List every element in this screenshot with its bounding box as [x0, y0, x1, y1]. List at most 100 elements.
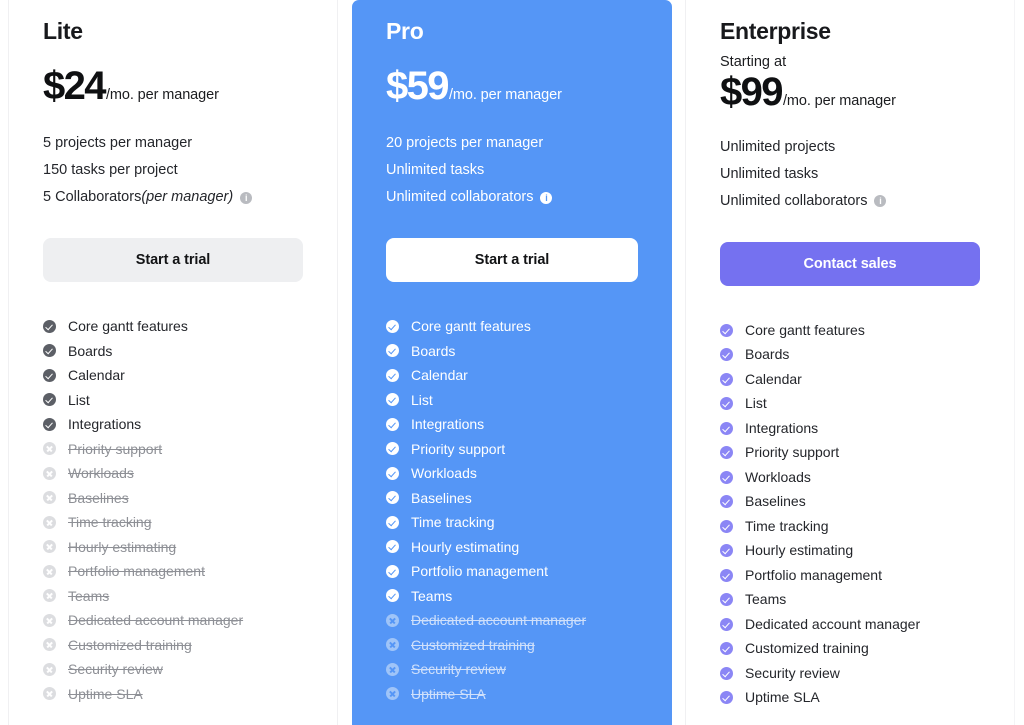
quota-text: 5 projects per manager	[43, 135, 193, 151]
cross-icon	[43, 442, 56, 456]
feature-item: List	[43, 388, 303, 413]
feature-label: Portfolio management	[411, 563, 548, 579]
feature-item: Priority support	[386, 437, 638, 462]
feature-item: Dedicated account manager	[720, 612, 980, 637]
cross-icon	[43, 638, 56, 652]
check-icon	[720, 397, 733, 411]
info-icon[interactable]: i	[240, 191, 253, 204]
feature-item: Uptime SLA	[386, 682, 638, 707]
feature-label: Baselines	[745, 493, 806, 510]
feature-label: Workloads	[411, 465, 477, 481]
start-trial-button[interactable]: Start a trial	[43, 238, 303, 282]
check-icon	[386, 491, 399, 505]
feature-item: Hourly estimating	[720, 538, 980, 563]
feature-item: Portfolio management	[386, 559, 638, 584]
check-icon	[386, 466, 399, 480]
start-trial-button[interactable]: Start a trial	[386, 238, 638, 282]
feature-label: Security review	[745, 664, 840, 681]
feature-item: Time tracking	[386, 510, 638, 535]
feature-label: Customized training	[68, 636, 192, 653]
check-icon	[43, 417, 56, 431]
feature-label: Core gantt features	[411, 318, 531, 334]
feature-label: Security review	[68, 661, 163, 677]
check-icon	[720, 470, 733, 484]
feature-label: Portfolio management	[745, 566, 882, 583]
feature-item: Calendar	[720, 367, 980, 392]
feature-label: Teams	[68, 587, 110, 604]
quota-text: 5 Collaborators	[43, 189, 142, 205]
check-icon	[43, 368, 56, 382]
price-suffix: /mo. per manager	[782, 92, 896, 109]
feature-label: Uptime SLA	[411, 685, 486, 702]
cross-icon	[386, 662, 399, 676]
info-icon[interactable]: i	[540, 191, 553, 204]
quota-item: Unlimited projects	[720, 134, 980, 161]
feature-label: Boards	[68, 342, 113, 359]
plan-name: Lite	[43, 18, 83, 44]
check-icon	[43, 393, 56, 407]
feature-item: Customized training	[43, 633, 303, 658]
feature-item: Teams	[386, 584, 638, 609]
feature-label: Hourly estimating	[411, 538, 520, 555]
feature-label: Dedicated account manager	[745, 615, 921, 632]
quota-item: Unlimited tasks	[720, 161, 980, 188]
plan-name: Pro	[386, 18, 424, 44]
feature-label: Priority support	[411, 440, 506, 457]
plan-name: Enterprise	[720, 18, 831, 44]
cross-icon	[386, 613, 399, 627]
feature-item: Boards	[43, 339, 303, 364]
quota-item: Unlimited tasks	[386, 157, 638, 184]
feature-item: Portfolio management	[720, 563, 980, 588]
cross-icon	[43, 662, 56, 676]
check-icon	[386, 417, 399, 431]
feature-item: Integrations	[720, 416, 980, 441]
cross-icon	[43, 589, 56, 603]
quota-item: 20 projects per manager	[386, 130, 638, 157]
quota-text: Unlimited tasks	[386, 162, 485, 178]
quota-note: (per manager)	[141, 189, 234, 205]
feature-item: Workloads	[720, 465, 980, 490]
feature-item: Boards	[720, 342, 980, 367]
feature-label: Time tracking	[68, 514, 152, 530]
cross-icon	[43, 466, 56, 480]
feature-label: Integrations	[68, 416, 142, 432]
feature-label: Boards	[745, 346, 790, 363]
feature-item: Security review	[386, 657, 638, 682]
feature-label: Baselines	[68, 489, 129, 506]
feature-label: Customized training	[745, 640, 869, 657]
feature-list: Core gantt features Boards Calendar List…	[386, 314, 638, 706]
feature-label: Uptime SLA	[68, 685, 143, 702]
feature-item: Uptime SLA	[720, 685, 980, 710]
check-icon	[720, 421, 733, 435]
feature-item: Calendar	[386, 363, 638, 388]
feature-item: Time tracking	[720, 514, 980, 539]
feature-label: Hourly estimating	[745, 542, 854, 559]
feature-item: Priority support	[720, 440, 980, 465]
feature-item: Boards	[386, 339, 638, 364]
feature-label: Core gantt features	[745, 321, 865, 338]
quota-text: 150 tasks per project	[43, 162, 178, 178]
feature-label: Teams	[411, 587, 453, 604]
info-icon[interactable]: i	[874, 195, 887, 208]
feature-label: Priority support	[68, 440, 163, 457]
check-icon	[386, 564, 399, 578]
price-suffix: /mo. per manager	[105, 87, 219, 103]
quota-text: Unlimited tasks	[720, 165, 819, 182]
feature-item: List	[386, 388, 638, 413]
feature-item: Time tracking	[43, 510, 303, 535]
contact-sales-button[interactable]: Contact sales	[720, 241, 980, 286]
feature-label: Uptime SLA	[745, 689, 820, 706]
plan-card-enterprise: Enterprise Starting at $99 /mo. per mana…	[685, 0, 1015, 725]
quota-item: Unlimited collaborators i	[386, 184, 638, 211]
feature-item: Workloads	[386, 461, 638, 486]
check-icon	[720, 544, 733, 558]
check-icon	[720, 372, 733, 386]
feature-item: Dedicated account manager	[43, 608, 303, 633]
feature-item: Calendar	[43, 363, 303, 388]
check-icon	[720, 642, 733, 656]
check-icon	[43, 319, 56, 333]
feature-item: Core gantt features	[386, 314, 638, 339]
feature-label: Workloads	[745, 468, 811, 485]
price-suffix: /mo. per manager	[448, 87, 562, 103]
feature-item: Dedicated account manager	[386, 608, 638, 633]
